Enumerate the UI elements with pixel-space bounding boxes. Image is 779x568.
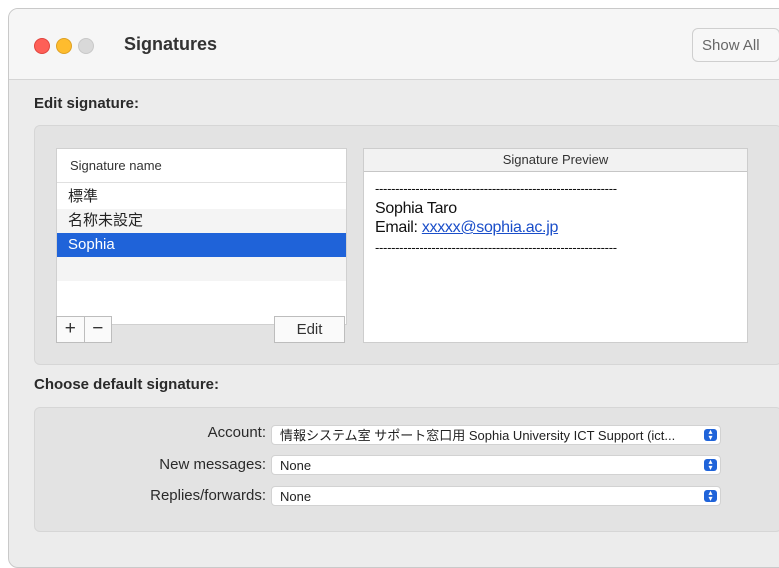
chevron-updown-icon: ▴ ▾ bbox=[704, 489, 717, 503]
account-value: 情報システム室 サポート窓口用 Sophia University ICT Su… bbox=[280, 428, 676, 443]
preview-divider-top: ----------------------------------------… bbox=[375, 181, 617, 196]
signature-preview: Signature Preview ----------------------… bbox=[363, 148, 748, 343]
preview-email-line: Email: xxxxx@sophia.ac.jp bbox=[375, 219, 558, 237]
replies-value: None bbox=[280, 489, 312, 504]
title-bar: Signatures Show All bbox=[9, 9, 779, 80]
signature-preview-header: Signature Preview bbox=[364, 149, 747, 172]
minimize-button[interactable] bbox=[56, 38, 72, 54]
default-signature-label: Choose default signature: bbox=[34, 376, 220, 393]
signature-list-header: Signature name bbox=[57, 149, 346, 183]
account-label: Account: bbox=[207, 424, 266, 441]
empty-row bbox=[57, 281, 346, 305]
edit-button[interactable]: Edit bbox=[274, 316, 345, 343]
window-title: Signatures bbox=[124, 34, 218, 54]
preview-name: Sophia Taro bbox=[375, 200, 457, 217]
new-messages-value: None bbox=[280, 458, 312, 473]
close-button[interactable] bbox=[34, 38, 50, 54]
list-item[interactable]: Sophia bbox=[57, 233, 346, 257]
list-item[interactable]: 名称未設定 bbox=[57, 209, 346, 233]
remove-signature-button[interactable]: − bbox=[85, 317, 112, 342]
list-item[interactable]: 標準 bbox=[57, 185, 346, 209]
signature-list[interactable]: Signature name 標準 名称未設定 Sophia bbox=[56, 148, 347, 325]
chevron-updown-icon: ▴ ▾ bbox=[704, 428, 717, 442]
chevron-updown-icon: ▴ ▾ bbox=[704, 458, 717, 472]
new-messages-label: New messages: bbox=[159, 456, 266, 473]
show-all-button[interactable]: Show All bbox=[692, 28, 779, 62]
replies-select[interactable]: None ▴ ▾ bbox=[271, 486, 721, 506]
account-select[interactable]: 情報システム室 サポート窓口用 Sophia University ICT Su… bbox=[271, 425, 721, 445]
preview-divider-bottom: ----------------------------------------… bbox=[375, 240, 617, 255]
replies-label: Replies/forwards: bbox=[150, 487, 266, 504]
empty-row bbox=[57, 257, 346, 281]
zoom-button[interactable] bbox=[78, 38, 94, 54]
preview-email-link[interactable]: xxxxx@sophia.ac.jp bbox=[422, 219, 559, 236]
edit-signature-label: Edit signature: bbox=[34, 95, 140, 112]
preview-email-prefix: Email: bbox=[375, 219, 422, 236]
new-messages-select[interactable]: None ▴ ▾ bbox=[271, 455, 721, 475]
signatures-window: Signatures Show All Edit signature: Sign… bbox=[8, 8, 779, 568]
list-button-bar: + − Edit bbox=[56, 316, 345, 343]
add-remove-group: + − bbox=[56, 316, 112, 343]
add-signature-button[interactable]: + bbox=[57, 317, 84, 342]
